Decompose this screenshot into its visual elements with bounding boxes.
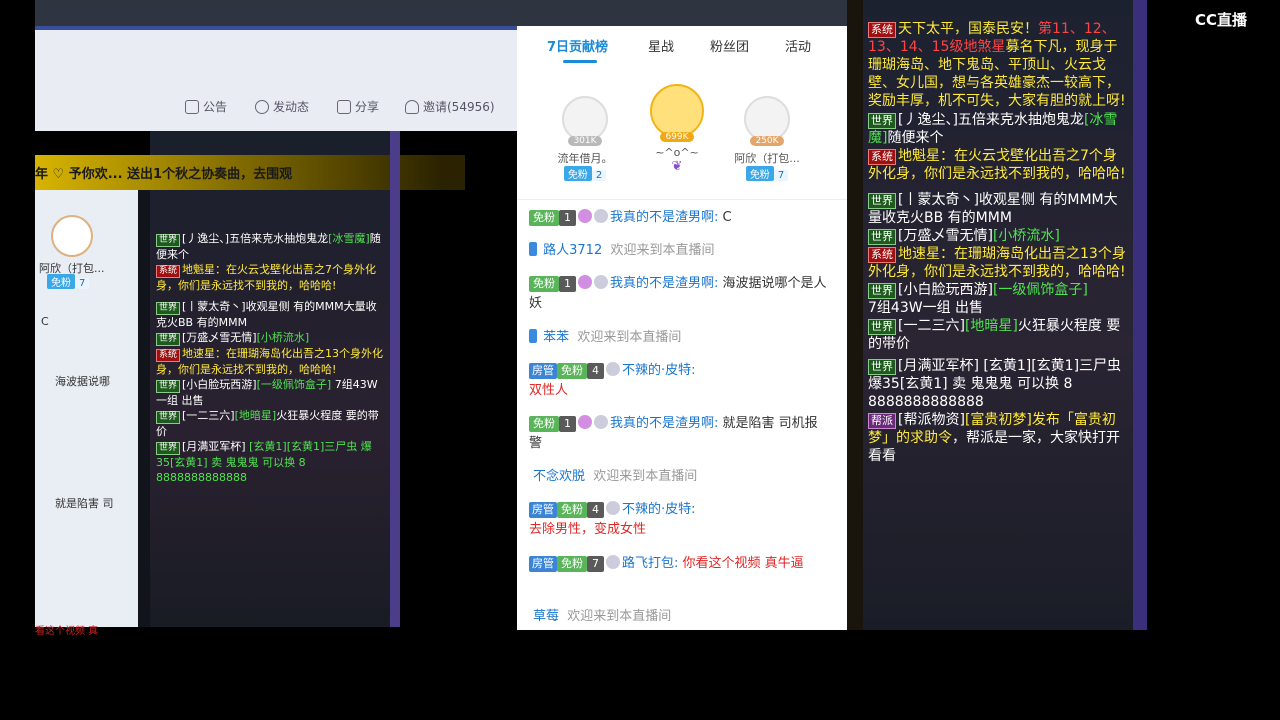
chat-welcome: 苯苯 欢迎来到本直播间 bbox=[529, 328, 829, 348]
avatar: 301K bbox=[562, 96, 608, 146]
tag-world: 世界 bbox=[156, 234, 181, 247]
fan-level: 7 bbox=[75, 278, 90, 289]
rank-item-2[interactable]: 301K 流年借月。 免粉 2 bbox=[545, 96, 625, 181]
game-chat-line: 世界 [一二三六][地暗星]火狂暴火程度 要的带价 bbox=[868, 318, 1121, 352]
avatar[interactable] bbox=[51, 215, 93, 257]
share-icon bbox=[337, 99, 351, 114]
chat-message: 免粉 1 我真的不是渣男啊: 就是陷害 司机报警 bbox=[529, 415, 818, 451]
game-chat-line: 世界 [小白脸玩西游][一级佩饰盒子] 7组43W一组 出售 bbox=[868, 282, 1088, 316]
rank-crest-icon: ❦ bbox=[671, 159, 683, 174]
chat-welcome: 不念欢脱 欢迎来到本直播间 bbox=[533, 469, 698, 484]
game-chat: 系统 天下太平，国泰民安！第11、12、13、14、15级地煞星募名下凡，现身于珊… bbox=[868, 20, 1130, 465]
room-header: 公告 发动态 分享 邀请(54956) bbox=[35, 26, 517, 131]
badge-icon bbox=[594, 415, 608, 429]
badge-icon bbox=[606, 501, 620, 515]
cc-live-logo: CC直播 bbox=[1195, 11, 1248, 29]
post-icon bbox=[255, 99, 269, 114]
tab-bar: 7日贡献榜 星战 粉丝团 活动 bbox=[517, 26, 847, 71]
chat-message: 免粉 1 我真的不是渣男啊: C bbox=[529, 208, 829, 228]
game-chat-line: 世界 [丨蒙太奇丶]收观星侧 有的MMM大量收克火BB 有的MMM bbox=[868, 192, 1118, 226]
post-button[interactable]: 发动态 bbox=[255, 98, 309, 115]
purple-edge bbox=[1133, 0, 1147, 630]
badge-icon bbox=[578, 209, 592, 223]
gift-banner: 年 ♡ 予你欢... 送出1个秋之协奏曲，去围观 bbox=[35, 155, 465, 190]
chat-message: 房管 免粉 4 不辣的·皮特: 双性人 bbox=[529, 362, 696, 398]
game-chat-line: 世界 [万盛乄雪无情][小桥流水] bbox=[868, 227, 1130, 245]
avatar: 250K bbox=[744, 96, 790, 146]
chat-message: 房管 免粉 7 路飞打包: 你看这个视频 真牛逼 bbox=[529, 554, 829, 574]
header-accent bbox=[35, 26, 517, 30]
game-chat-line: 帮派 [帮派物资][富贵初梦]发布「富贵初梦」的求助令，帮派是一家，大家快打开看看 bbox=[868, 412, 1120, 464]
game-chat-line: 系统 地速星：在珊瑚海岛化出吾之13个身外化身，你们是永远找不到我的，哈哈哈! bbox=[868, 246, 1126, 280]
notice-icon bbox=[185, 99, 199, 114]
fan-badge: 免粉 bbox=[47, 274, 75, 289]
purple-edge bbox=[390, 131, 400, 627]
left-bottom-text: 看这个视频 真 bbox=[35, 626, 99, 637]
badge-icon bbox=[594, 209, 608, 223]
badge-icon bbox=[606, 555, 620, 569]
stream-video-main: 系统 天下太平，国泰民安！第11、12、13、14、15级地煞星募名下凡，现身于珊… bbox=[863, 0, 1133, 630]
tab-7day-rank[interactable]: 7日贡献榜 bbox=[547, 36, 608, 55]
chat-message: 房管 免粉 4 不辣的·皮特: 去除男性，变成女性 bbox=[529, 501, 696, 537]
invite-button[interactable]: 邀请(54956) bbox=[405, 98, 495, 115]
phone-icon bbox=[529, 242, 537, 256]
divider-strip bbox=[847, 0, 863, 630]
game-chat-line: 系统 天下太平，国泰民安！第11、12、13、14、15级地煞星募名下凡，现身于珊… bbox=[868, 21, 1126, 109]
game-chat-line: 世界 [丿逸尘、]五倍来克水抽炮鬼龙[冰雪魔]随便来个 bbox=[868, 112, 1118, 146]
side-chat-panel: 7日贡献榜 星战 粉丝团 活动 301K 流年借月。 免粉 2 699K ~^o^… bbox=[517, 26, 847, 630]
rank-item-3[interactable]: 250K 阿欣（打包... 免粉 7 bbox=[727, 96, 807, 181]
game-chat-line: 世界 [月满亚军杯] [玄黄1][玄黄1]三尸虫 爆35[玄黄1] 卖 鬼鬼鬼 可… bbox=[868, 358, 1122, 410]
side-msg-2: 海波据说哪 bbox=[55, 375, 110, 388]
badge-icon bbox=[578, 275, 592, 289]
tab-underline bbox=[563, 60, 597, 63]
chat-welcome: 路人3712 欢迎来到本直播间 bbox=[529, 241, 829, 261]
tab-star-war[interactable]: 星战 bbox=[648, 36, 674, 55]
chat-message: 免粉 1 我真的不是渣男啊: 海波据说哪个是人妖 bbox=[529, 275, 827, 311]
side-msg-1: C bbox=[41, 315, 49, 328]
notice-button[interactable]: 公告 bbox=[185, 98, 227, 115]
stream-video-mini: 世界 [丿逸尘、]五倍来克水抽炮鬼龙[冰雪魔]随便来个 系统 地魁星：在火云戈壁化出… bbox=[150, 131, 390, 627]
game-chat-line: 系统 地魁星：在火云戈壁化出吾之7个身外化身，你们是永远找不到我的，哈哈哈! bbox=[868, 148, 1126, 182]
rank-item-1[interactable]: 699K ~^o^~ ❦ bbox=[637, 84, 717, 174]
tab-fan-club[interactable]: 粉丝团 bbox=[710, 36, 749, 55]
phone-icon bbox=[529, 329, 537, 343]
tab-activity[interactable]: 活动 bbox=[785, 36, 811, 55]
mini-game-chat: 世界 [丿逸尘、]五倍来克水抽炮鬼龙[冰雪魔]随便来个 系统 地魁星：在火云戈壁化出… bbox=[156, 232, 384, 484]
side-msg-3: 就是陷害 司 bbox=[55, 497, 114, 510]
left-side-panel: 阿欣（打包... 免粉 7 C 海波据说哪 就是陷害 司 bbox=[35, 190, 138, 627]
tag-system: 系统 bbox=[156, 265, 181, 278]
share-button[interactable]: 分享 bbox=[337, 98, 379, 115]
badge-icon bbox=[578, 415, 592, 429]
badge-icon bbox=[606, 362, 620, 376]
badge-icon bbox=[594, 275, 608, 289]
window-top-bar bbox=[35, 0, 847, 26]
avatar: 699K bbox=[650, 84, 704, 142]
divider-strip bbox=[138, 190, 150, 627]
invite-icon bbox=[405, 99, 419, 114]
chat-welcome: 草莓 欢迎来到本直播间 bbox=[533, 609, 672, 624]
